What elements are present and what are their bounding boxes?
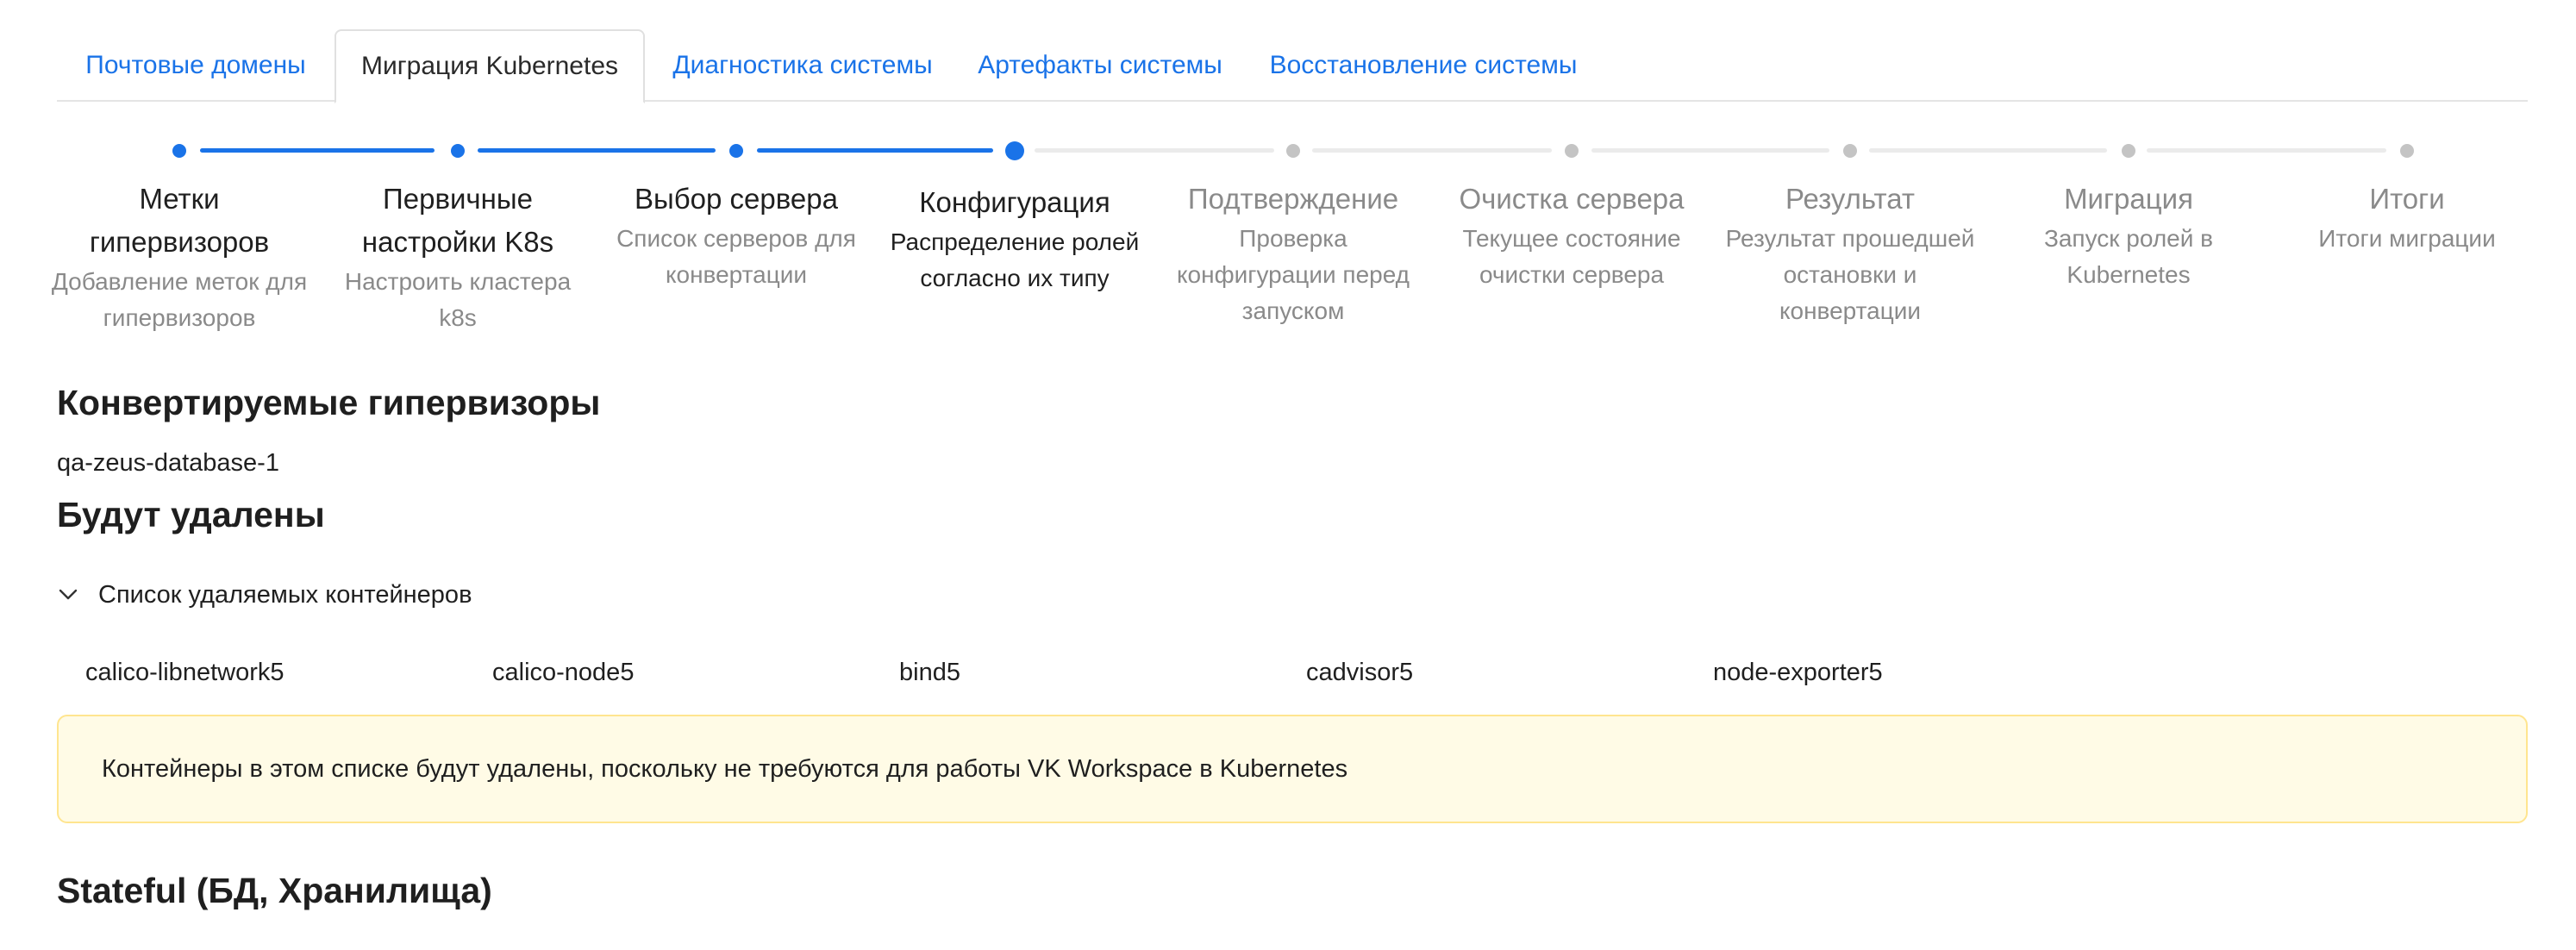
step-connector [1035, 148, 1274, 153]
step-4[interactable]: Конфигурация Распределение ролей согласн… [885, 181, 1144, 297]
step-title: Выбор сервера [635, 183, 838, 215]
step-connector [1312, 148, 1552, 153]
step-description: Результат прошедшей остановки и конверта… [1725, 225, 1975, 324]
container-item: cadvisor5 [1306, 659, 1414, 686]
step-dot[interactable] [172, 144, 186, 158]
step-7: Результат Результат прошедшей остановки … [1721, 178, 1979, 329]
collapse-title: Список удаляемых контейнеров [98, 580, 472, 609]
step-dot[interactable] [729, 144, 743, 158]
step-dot-current[interactable] [1005, 141, 1024, 160]
step-title: Подтверждение [1187, 183, 1399, 215]
step-connector [2147, 148, 2386, 153]
step-title: Конфигурация [919, 186, 1110, 218]
step-description: Текущее состояние очистки сервера [1462, 225, 1681, 288]
step-dot [1843, 144, 1857, 158]
step-description: Запуск ролей в Kubernetes [2043, 225, 2214, 288]
step-description: Распределение ролей согласно их типу [890, 228, 1140, 291]
step-9: Итоги Итоги миграции [2278, 178, 2536, 257]
step-description: Добавление меток для гипервизоров [51, 268, 308, 331]
step-dot [1565, 144, 1579, 158]
step-dot [1286, 144, 1300, 158]
tab-bar: Почтовые домены Миграция Kubernetes Диаг… [57, 29, 2528, 103]
step-2[interactable]: Первичные настройки K8s Настроить класте… [328, 178, 587, 336]
step-dot [2122, 144, 2135, 158]
tab-system-diagnostics[interactable]: Диагностика системы [660, 29, 945, 102]
tab-mail-domains[interactable]: Почтовые домены [57, 29, 335, 102]
alert-text: Контейнеры в этом списке будут удалены, … [102, 754, 1348, 783]
step-connector [757, 148, 993, 153]
container-item: calico-node5 [492, 659, 635, 686]
stateful-heading: Stateful (БД, Хранилища) [57, 871, 492, 910]
step-1[interactable]: Метки гипервизоров Добавление меток для … [50, 178, 309, 336]
step-6: Очистка сервера Текущее состояние очистк… [1442, 178, 1701, 293]
step-8: Миграция Запуск ролей в Kubernetes [1999, 178, 2258, 293]
step-title: Метки гипервизоров [89, 183, 270, 258]
hypervisors-heading: Конвертируемые гипервизоры [57, 383, 601, 422]
step-dot[interactable] [451, 144, 465, 158]
removed-containers-collapse[interactable]: Список удаляемых контейнеров [57, 576, 472, 614]
step-description: Список серверов для конвертации [616, 225, 856, 288]
step-description: Проверка конфигурации перед запуском [1176, 225, 1410, 324]
step-title: Очистка сервера [1459, 183, 1685, 215]
step-title: Первичные настройки K8s [361, 183, 554, 258]
tab-system-artifacts[interactable]: Артефакты системы [971, 29, 1229, 102]
step-dot [2400, 144, 2414, 158]
migration-stepper: Метки гипервизоров Добавление меток для … [0, 129, 2576, 388]
step-5: Подтверждение Проверка конфигурации пере… [1164, 178, 1422, 329]
step-description: Настроить кластера k8s [344, 268, 572, 331]
step-3[interactable]: Выбор сервера Список серверов для конвер… [607, 178, 866, 293]
removal-warning-alert: Контейнеры в этом списке будут удалены, … [57, 715, 2528, 823]
step-connector [1869, 148, 2107, 153]
step-connector [200, 148, 435, 153]
tab-kubernetes-migration[interactable]: Миграция Kubernetes [335, 29, 645, 103]
step-connector [1591, 148, 1829, 153]
container-item: calico-libnetwork5 [85, 659, 284, 686]
hypervisor-item: qa-zeus-database-1 [57, 449, 279, 477]
tab-system-restore[interactable]: Восстановление системы [1255, 29, 1591, 102]
step-title: Миграция [2064, 183, 2193, 215]
container-item: bind5 [899, 659, 960, 686]
migration-page: Почтовые домены Миграция Kubernetes Диаг… [0, 0, 2576, 950]
removed-heading: Будут удалены [57, 495, 325, 534]
container-item: node-exporter5 [1713, 659, 1883, 686]
step-connector [478, 148, 716, 153]
step-title: Результат [1785, 183, 1916, 215]
chevron-down-icon [57, 584, 79, 606]
step-description: Итоги миграции [2318, 225, 2496, 252]
step-title: Итоги [2369, 183, 2445, 215]
